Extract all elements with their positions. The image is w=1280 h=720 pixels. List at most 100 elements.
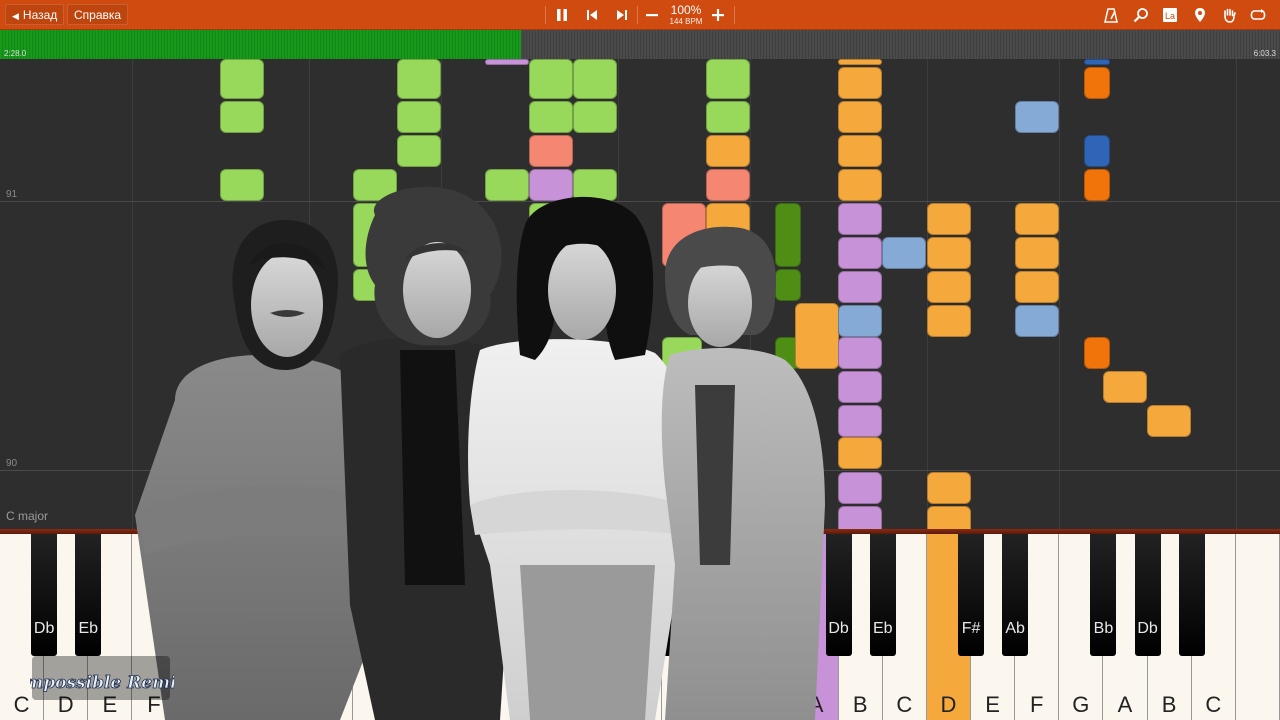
timeline-played: [0, 30, 521, 59]
divider: [545, 6, 546, 24]
falling-note: [706, 101, 750, 133]
white-key-label: E: [985, 692, 1000, 717]
falling-note: [927, 271, 971, 303]
falling-note: [838, 472, 882, 504]
impossible-remix-logo: Impossible Remix: [30, 656, 174, 700]
tempo-percent: 100%: [670, 3, 702, 17]
key-signature: C major: [6, 509, 49, 523]
falling-note: [882, 237, 926, 269]
black-key[interactable]: Bb: [1090, 534, 1117, 656]
white-key[interactable]: [1235, 534, 1280, 720]
back-arrow-icon: ◀: [12, 11, 19, 21]
falling-note: [1015, 271, 1059, 303]
falling-note: [838, 135, 882, 167]
falling-note: [927, 472, 971, 504]
grid-line: [132, 59, 133, 529]
falling-note: [1084, 59, 1110, 65]
falling-note: [838, 67, 882, 99]
black-key-label: Db: [1137, 620, 1158, 637]
falling-note: [838, 371, 882, 403]
falling-note: [1147, 405, 1191, 437]
falling-note: [220, 59, 264, 99]
falling-note: [529, 135, 573, 167]
black-key[interactable]: Eb: [869, 534, 896, 656]
black-key[interactable]: Db: [1134, 534, 1161, 656]
divider: [637, 6, 638, 24]
white-key-label: F: [1030, 692, 1044, 717]
falling-note: [838, 271, 882, 303]
black-key-label: Ab: [1005, 620, 1025, 637]
falling-note: [573, 101, 617, 133]
falling-note: [838, 337, 882, 369]
back-button[interactable]: ◀ Назад: [5, 4, 65, 25]
falling-note: [1015, 305, 1059, 337]
white-key-label: B: [1161, 692, 1177, 717]
skip-forward-icon[interactable]: [611, 4, 633, 26]
white-key-label: C: [1205, 692, 1222, 717]
hand-icon[interactable]: [1218, 4, 1240, 26]
falling-note: [838, 437, 882, 469]
search-icon[interactable]: [1130, 4, 1152, 26]
pause-icon[interactable]: [551, 4, 573, 26]
falling-note: [1084, 337, 1110, 369]
white-key-label: A: [1117, 692, 1133, 717]
white-key-label: D: [940, 692, 957, 717]
black-key-label: Bb: [1093, 620, 1114, 637]
measure-number: 91: [6, 189, 18, 200]
falling-note: [838, 305, 882, 337]
white-key-label: B: [852, 692, 868, 717]
black-key[interactable]: F#: [958, 534, 985, 656]
tempo-bpm: 144 BPM: [669, 17, 703, 26]
tempo-plus-icon[interactable]: [707, 4, 729, 26]
black-key[interactable]: [1178, 534, 1205, 656]
falling-note: [838, 405, 882, 437]
loop-icon[interactable]: [1247, 4, 1269, 26]
band-member: [661, 226, 825, 720]
black-key-label: Eb: [78, 620, 99, 637]
falling-note: [838, 169, 882, 201]
progress-timeline[interactable]: 2:28.0 6:03.3: [0, 30, 1280, 59]
black-key-label: Db: [33, 620, 55, 637]
location-pin-icon[interactable]: [1189, 4, 1211, 26]
falling-note: [397, 101, 441, 133]
falling-note: [1084, 169, 1110, 201]
black-key-label: Eb: [872, 620, 893, 637]
falling-note: [706, 59, 750, 99]
falling-note: [1084, 135, 1110, 167]
measure-number: 90: [6, 458, 18, 469]
black-key[interactable]: Eb: [75, 534, 102, 656]
grid-line: [1059, 59, 1060, 529]
falling-note: [838, 237, 882, 269]
toolbar: ◀ Назад Справка 100% 144 BPM La: [0, 0, 1280, 30]
falling-note: [397, 59, 441, 99]
svg-text:Impossible Remix: Impossible Remix: [30, 673, 174, 693]
divider: [734, 6, 735, 24]
falling-note: [529, 59, 573, 99]
falling-note: [838, 101, 882, 133]
falling-note: [838, 59, 882, 65]
falling-note: [927, 305, 971, 337]
white-key-label: G: [1072, 692, 1090, 717]
tempo-display: 100% 144 BPM: [664, 3, 708, 27]
falling-note: [927, 237, 971, 269]
black-key-label: F#: [961, 620, 981, 637]
tempo-minus-icon[interactable]: [641, 4, 663, 26]
falling-note: [1015, 237, 1059, 269]
falling-note: [573, 59, 617, 99]
end-time: 6:03.3: [1253, 49, 1276, 58]
black-key[interactable]: Ab: [1002, 534, 1029, 656]
start-time: 2:28.0: [4, 49, 27, 58]
metronome-icon[interactable]: [1100, 4, 1122, 26]
falling-note: [1015, 203, 1059, 235]
note-labels-icon[interactable]: La: [1159, 4, 1181, 26]
help-button[interactable]: Справка: [67, 4, 129, 25]
falling-note: [529, 101, 573, 133]
skip-back-icon[interactable]: [581, 4, 603, 26]
grid-line: [1236, 59, 1237, 529]
falling-note: [220, 101, 264, 133]
falling-note: [1015, 101, 1059, 133]
falling-note: [1084, 67, 1110, 99]
black-key[interactable]: Db: [31, 534, 58, 656]
falling-note: [838, 203, 882, 235]
band-photo-overlay: [135, 186, 825, 720]
